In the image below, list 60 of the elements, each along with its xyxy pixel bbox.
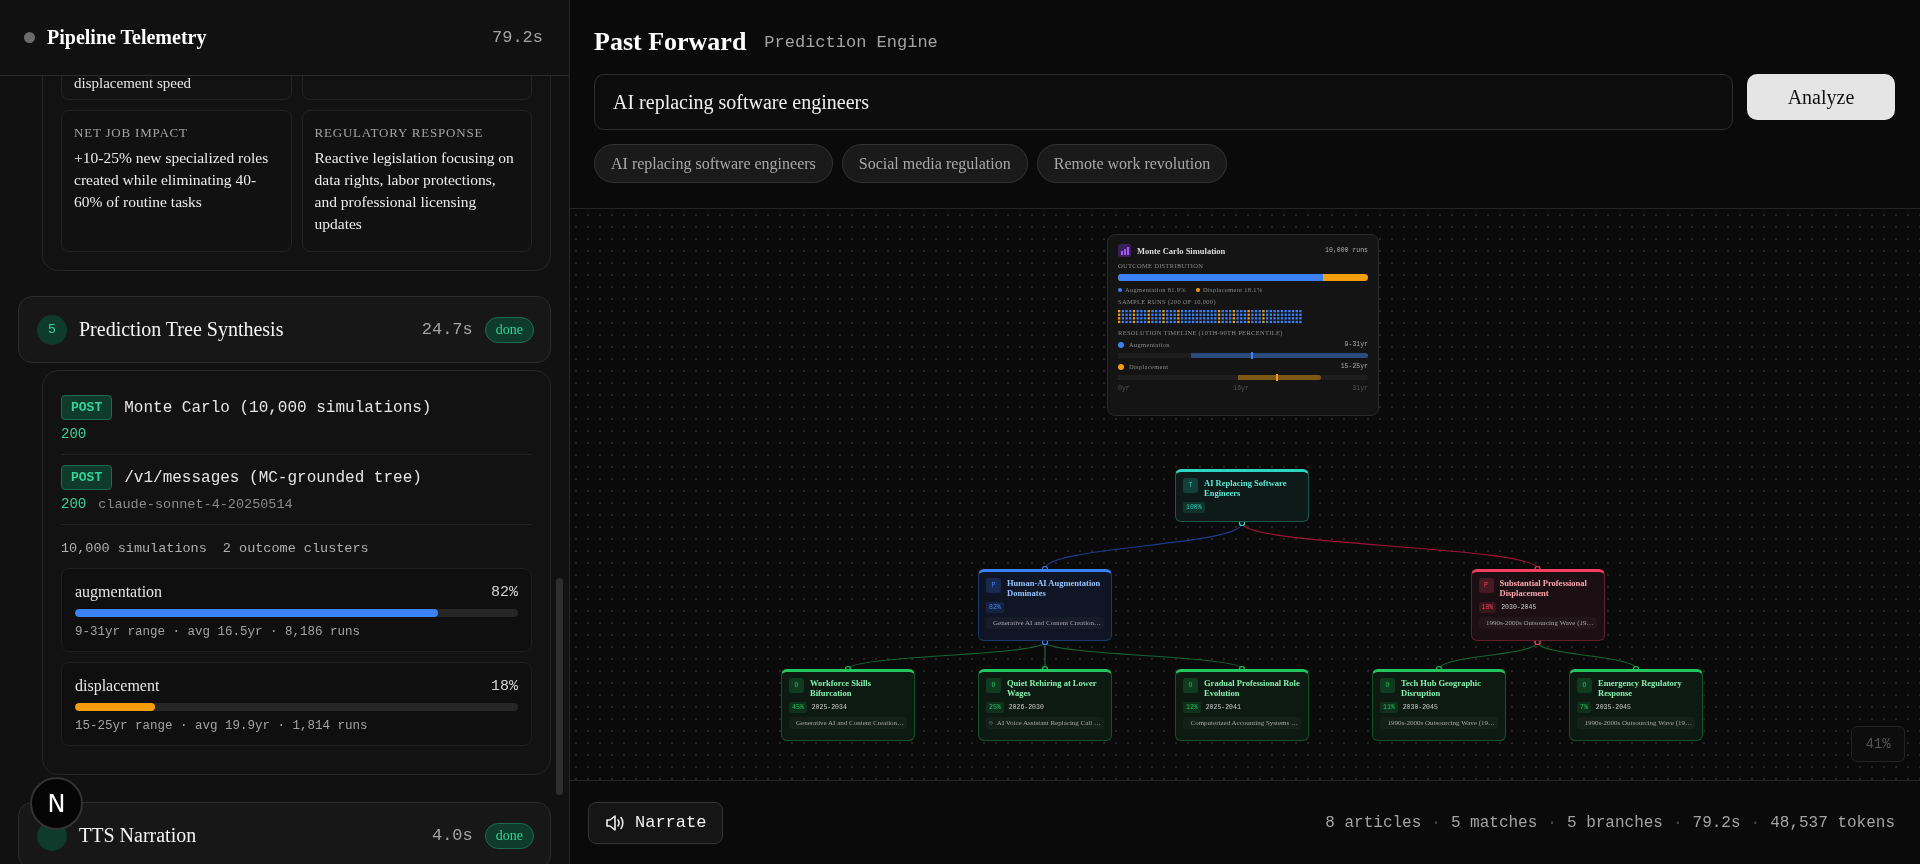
status-code: 200 [61, 496, 87, 512]
cluster-detail: 15-25yr range · avg 19.9yr · 1,814 runs [75, 719, 369, 733]
insight-label: REGULATORY RESPONSE [314, 125, 485, 141]
stat-text: 79.2s [1692, 813, 1741, 832]
method-tag: POST [61, 395, 113, 420]
insight-label: NET JOB IMPACT [74, 125, 189, 141]
step-duration: 4.0s [431, 826, 473, 845]
method-tag: POST [61, 465, 113, 490]
node-title: Quiet Rehiring at Lower Wages [1007, 678, 1098, 698]
suggestion-chip[interactable]: Remote work revolution [1036, 144, 1228, 183]
app-subtitle: Prediction Engine [764, 32, 938, 52]
summary-text: 2 outcome clusters [222, 541, 369, 556]
node-title: Substantial Professional Displacement [1499, 578, 1588, 598]
separator-dot: · [1547, 813, 1557, 832]
bar-chart-icon [1118, 244, 1131, 257]
cluster-detail: 9-31yr range · avg 16.5yr · 8,186 runs [75, 625, 362, 639]
clock-icon [989, 720, 993, 726]
pipeline-step[interactable]: 5 Prediction Tree Synthesis 24.7s done [18, 296, 551, 363]
suggestion-chip[interactable]: Social media regulation [841, 144, 1028, 183]
status-code: 200 [61, 426, 87, 442]
insight-text: displacement speed [74, 76, 192, 90]
node-title: Gradual Professional Role Evolution [1204, 678, 1301, 698]
speaker-icon [605, 813, 625, 832]
separator-dot: · [1672, 813, 1683, 832]
query-input[interactable]: AI replacing software engineers [594, 74, 1733, 130]
zoom-level: 41% [1851, 726, 1905, 762]
analyze-button[interactable]: Analyze [1747, 74, 1895, 120]
node-title: Emergency Regulatory Response [1598, 678, 1683, 698]
cluster-percent: 82% [491, 583, 518, 601]
step-duration: 24.7s [421, 320, 473, 339]
status-pill: done [484, 316, 534, 343]
simulation-title: Monte Carlo Simulation [1137, 245, 1227, 256]
step-number: 5 [37, 314, 67, 345]
node-title: Workforce Skills Bifurcation [810, 678, 872, 698]
endpoint-text: Monte Carlo (10,000 simulations) [124, 398, 432, 417]
step-title: Prediction Tree Synthesis [79, 318, 285, 341]
app-title: Past Forward [594, 27, 747, 57]
separator-dot: · [1431, 813, 1441, 832]
summary-text: 10,000 simulations [61, 541, 207, 556]
stat-text: 8 articles [1325, 813, 1422, 832]
suggestion-chip[interactable]: AI replacing software engineers [594, 144, 833, 183]
node-title: Human-AI Augmentation Dominates [1007, 578, 1102, 598]
elapsed-time: 79.2s [492, 28, 543, 47]
endpoint-text: /v1/messages (MC-grounded tree) [124, 468, 422, 487]
scrollbar-thumb[interactable] [556, 578, 563, 795]
separator-dot: · [1750, 813, 1761, 832]
node-title: AI Replacing Software Engineers [1204, 478, 1288, 498]
cluster-percent: 18% [491, 677, 518, 695]
insight-text: +10-25% new specialized roles created while eliminating 40-60% of routine tasks [74, 148, 270, 212]
stat-text: 5 matches [1450, 813, 1538, 832]
cluster-name: augmentation [75, 583, 163, 601]
status-pill: done [484, 822, 534, 849]
cluster-name: displacement [75, 677, 160, 695]
model-name: claude-sonnet-4-20250514 [98, 496, 293, 512]
panel-title: Pipeline Telemetry [47, 26, 208, 49]
narrate-button[interactable]: Narrate [588, 801, 724, 844]
insight-text: Reactive legislation focusing on data rights, labor protections, and professional licensing updates [314, 148, 515, 234]
stat-text: 48,537 tokens [1770, 813, 1895, 832]
stat-text: 5 branches [1566, 813, 1663, 832]
node-title: Tech Hub Geographic Disruption [1401, 678, 1482, 698]
